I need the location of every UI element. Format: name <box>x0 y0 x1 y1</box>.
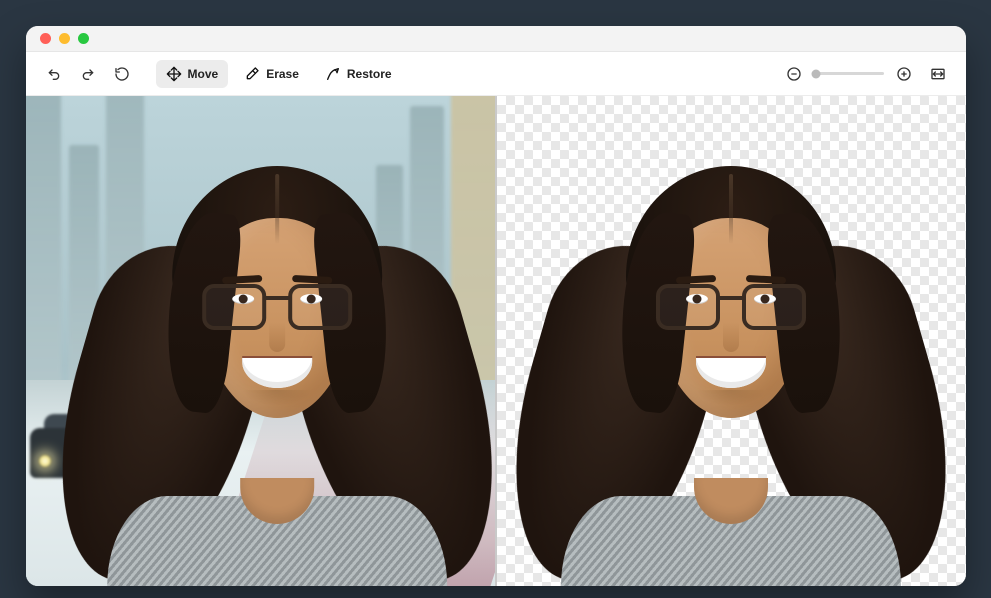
zoom-in-button[interactable] <box>890 60 918 88</box>
subject-cutout <box>516 126 946 586</box>
redo-icon <box>80 66 96 82</box>
compare-canvas[interactable] <box>26 96 966 586</box>
zoom-out-icon <box>786 66 802 82</box>
undo-button[interactable] <box>40 60 68 88</box>
fit-screen-button[interactable] <box>924 60 952 88</box>
zoom-slider-thumb[interactable] <box>812 69 821 78</box>
cutout-pane[interactable] <box>497 96 966 586</box>
restore-tool-button[interactable]: Restore <box>315 60 402 88</box>
move-tool-button[interactable]: Move <box>156 60 229 88</box>
zoom-out-button[interactable] <box>780 60 808 88</box>
split-divider[interactable] <box>495 96 497 586</box>
reset-icon <box>114 66 130 82</box>
move-icon <box>166 66 182 82</box>
toolbar: Move Erase Restore <box>26 52 966 96</box>
erase-tool-label: Erase <box>266 68 299 80</box>
undo-icon <box>46 66 62 82</box>
restore-icon <box>325 66 341 82</box>
fit-screen-icon <box>930 66 946 82</box>
subject-original <box>62 126 492 586</box>
erase-icon <box>244 66 260 82</box>
window-titlebar <box>26 26 966 52</box>
move-tool-label: Move <box>188 68 219 80</box>
reset-button[interactable] <box>108 60 136 88</box>
zoom-window-icon[interactable] <box>78 33 89 44</box>
restore-tool-label: Restore <box>347 68 392 80</box>
minimize-window-icon[interactable] <box>59 33 70 44</box>
app-window: Move Erase Restore <box>26 26 966 586</box>
original-pane[interactable] <box>26 96 495 586</box>
erase-tool-button[interactable]: Erase <box>234 60 309 88</box>
zoom-slider[interactable] <box>814 72 884 75</box>
zoom-in-icon <box>896 66 912 82</box>
close-window-icon[interactable] <box>40 33 51 44</box>
redo-button[interactable] <box>74 60 102 88</box>
